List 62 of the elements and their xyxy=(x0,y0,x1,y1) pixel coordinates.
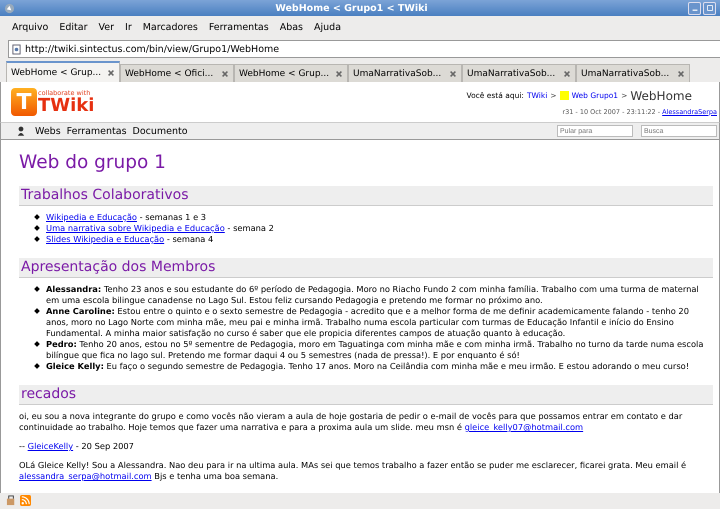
maximize-icon xyxy=(706,4,714,12)
item-note: - semana 2 xyxy=(226,223,274,233)
section-heading: Apresentação dos Membros xyxy=(19,258,713,278)
member-text: Anne Caroline: Estou entre o quinto e o sexto semestre de Pedagogia - acredito que e a melhor forma de me definir academicamente falando - tenho 20 anos, moro no Lago Norte com minha mãe, meu pai e minha irmã. Trabalho numa escola particular com turmas de Educação Infantil e início do Ensino Fundamental. A minha maior satisfação no curso é saber que ele propicia diferentes campos de atuação quanto à educação. xyxy=(46,306,689,338)
close-icon[interactable] xyxy=(449,70,457,78)
maximize-button[interactable] xyxy=(703,2,716,14)
window-title: WebHome < Grupo1 < TWiki xyxy=(274,2,429,14)
topic-link[interactable]: Slides Wikipedia e Educação xyxy=(46,234,164,244)
bullet-icon xyxy=(34,214,40,220)
bullet-icon xyxy=(34,286,40,292)
browser-tab[interactable]: WebHome < Grup... xyxy=(234,64,348,82)
bullet-icon xyxy=(34,225,40,231)
bullet-icon xyxy=(34,236,40,242)
message-text: oi, eu sou a nova integrante do grupo e como vocês não vieram a aula de hoje gostaria de pedir o e-mail de vocês para que possamos entrar em contato e dar continuidade ao trabalho. Hoje temos que fazer uma narrativa e para a proxima aula um slide. meu msn é gleice_kelly07@hotmail.com xyxy=(19,411,684,433)
browser-tab[interactable]: WebHome < Ofici... xyxy=(120,64,234,82)
web-color-icon xyxy=(560,91,569,100)
menu-item[interactable]: Marcadores xyxy=(142,22,198,32)
page-icon xyxy=(12,44,21,54)
bullet-icon xyxy=(34,341,40,347)
browser-tab[interactable]: WebHome < Grup... xyxy=(6,61,120,82)
topic-link[interactable]: Uma narrativa sobre Wikipedia e Educação xyxy=(46,223,225,233)
member-text: Gleice Kelly: Eu faço o segundo semestre de Pedagogia. Tenho 17 anos. Moro na Ceilândia com minha mãe e meu irmão. E estou adorando o meu curso! xyxy=(46,361,690,371)
menu-item[interactable]: Editar xyxy=(59,22,88,32)
member-text: Alessandra: Tenho 23 anos e sou estudante do 6º período de Pedagogia. Moro no Riacho Fundo 2 com minha família. Trabalho com uma turma de maternal em uma escola bilingue canadense no Lago Sul. Estou feliz cursando Pedagogia e pretendo me formar no próximo ano. xyxy=(46,284,699,305)
menu-item[interactable]: Ajuda xyxy=(314,22,342,32)
rss-icon[interactable] xyxy=(20,494,31,506)
browser-tab[interactable]: UmaNarrativaSob... xyxy=(348,64,462,82)
minimize-button[interactable] xyxy=(688,2,701,14)
bullet-icon xyxy=(34,308,40,314)
section-heading: recados xyxy=(19,385,713,405)
message-link[interactable]: alessandra_serpa@hotmail.com xyxy=(19,471,152,481)
topic-link[interactable]: Wikipedia e Educação xyxy=(46,212,137,222)
browser-tab[interactable]: UmaNarrativaSob... xyxy=(576,64,690,82)
message-link[interactable]: GleiceKelly xyxy=(28,441,74,451)
message-text: OLá Gleice Kelly! Sou a Alessandra. Nao deu para ir na ultima aula. MAs sei que temos trabalho a fazer então se puder me esclarecer, ficarei grata. Meu email é alessandra_serpa@hotmail.com Bjs e tenha uma boa semana. xyxy=(19,460,688,482)
menu-item[interactable]: Ferramentas xyxy=(208,22,269,32)
browser-tab[interactable]: UmaNarrativaSob... xyxy=(462,64,576,82)
address-field[interactable]: http://twiki.sintectus.com/bin/view/Grupo1/WebHome xyxy=(8,40,720,58)
close-icon[interactable] xyxy=(335,70,343,78)
page-title: Web do grupo 1 xyxy=(19,152,167,173)
nav-menu-item[interactable]: Ferramentas xyxy=(66,126,127,136)
menu-item[interactable]: Ir xyxy=(125,22,132,32)
item-note: - semanas 1 e 3 xyxy=(138,212,206,222)
bullet-icon xyxy=(34,363,40,369)
menu-item[interactable]: Ver xyxy=(98,22,114,32)
current-page: WebHome xyxy=(630,88,692,102)
close-icon[interactable] xyxy=(677,70,685,78)
menu-item[interactable]: Abas xyxy=(280,22,304,32)
status-icon xyxy=(6,494,17,506)
app-icon xyxy=(4,2,15,14)
message-text: -- GleiceKelly - 20 Sep 2007 xyxy=(19,441,135,452)
member-text: Pedro: Tenho 20 anos, estou no 5º sementre de Pedagogia, moro em Taguatinga com minha mãe e com minha irmã. Trabalho no turno da tarde numa escola bilíngue que fica no lago sul. Pretendo me formar daqui 4 ou 5 semestres (nada de pressa!). E por enquanto é só! xyxy=(46,339,704,360)
close-icon[interactable] xyxy=(563,70,571,78)
nav-menu-item[interactable]: Webs xyxy=(35,126,61,136)
message-link[interactable]: gleice_kelly07@hotmail.com xyxy=(464,422,584,432)
close-icon[interactable] xyxy=(221,70,229,78)
item-note: - semana 4 xyxy=(166,234,214,244)
person-icon xyxy=(17,126,25,136)
nav-menu-item[interactable]: Documento xyxy=(132,126,188,136)
section-heading: Trabalhos Colaborativos xyxy=(19,186,713,206)
close-icon[interactable] xyxy=(107,68,115,76)
menu-item[interactable]: Arquivo xyxy=(12,22,48,32)
